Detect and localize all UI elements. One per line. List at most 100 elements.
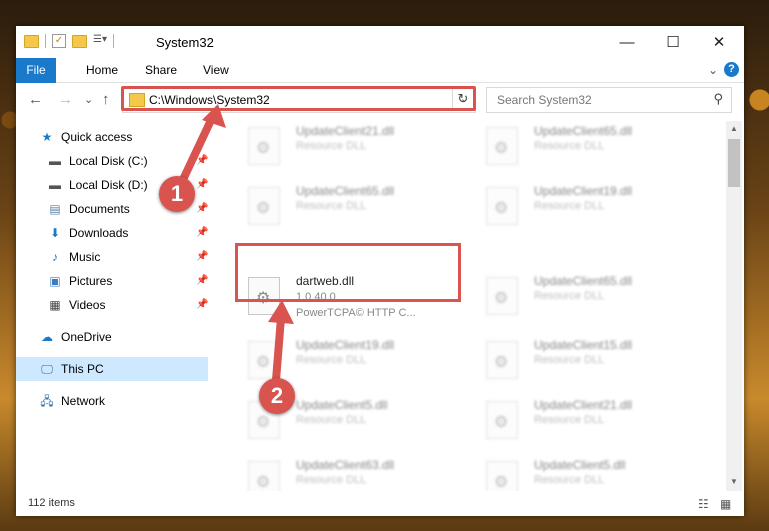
file-name: UpdateClient15.dll: [534, 338, 633, 352]
sidebar-item-videos[interactable]: ▦ Videos 📌: [16, 293, 208, 317]
cloud-icon: ☁: [41, 330, 53, 344]
file-item[interactable]: UpdateClient65.dll Resource DLL: [476, 121, 696, 171]
pin-icon: 📌: [196, 155, 209, 166]
properties-icon[interactable]: ✓: [52, 34, 66, 48]
dll-file-icon: [248, 187, 280, 225]
computer-icon: 🖵: [41, 362, 53, 376]
file-name: UpdateClient65.dll: [534, 274, 633, 288]
tab-home[interactable]: Home: [78, 58, 126, 82]
tab-share[interactable]: Share: [137, 58, 185, 82]
forward-button[interactable]: →: [58, 91, 73, 108]
details-view-icon[interactable]: ☷: [698, 497, 709, 511]
downloads-icon: ⬇: [49, 226, 61, 240]
file-item[interactable]: UpdateClient21.dll Resource DLL: [238, 121, 458, 171]
close-button[interactable]: ✕: [696, 26, 742, 58]
sidebar-item-label: Network: [61, 394, 106, 408]
music-icon: ♪: [52, 250, 58, 264]
recent-locations-button[interactable]: ⌄: [84, 93, 93, 106]
sidebar-item-label: Videos: [69, 298, 106, 312]
maximize-button[interactable]: ☐: [650, 26, 696, 58]
scrollbar-thumb[interactable]: [728, 139, 740, 187]
file-type: Resource DLL: [296, 354, 367, 366]
file-item[interactable]: UpdateClient15.dll Resource DLL: [476, 335, 696, 385]
sidebar-item-label: This PC: [61, 362, 104, 376]
sidebar-item-label: Downloads: [69, 226, 129, 240]
file-type: Resource DLL: [534, 414, 605, 426]
sidebar-item-label: OneDrive: [61, 330, 112, 344]
back-button[interactable]: ←: [28, 91, 43, 108]
file-name: UpdateClient19.dll: [296, 338, 395, 352]
tab-view[interactable]: View: [195, 58, 237, 82]
title-bar: ✓ ☰▾ System32 — ☐ ✕: [16, 26, 744, 58]
expand-ribbon-icon[interactable]: ⌄: [700, 58, 726, 82]
item-count: 112 items: [28, 497, 75, 509]
pin-icon: 📌: [196, 299, 209, 310]
drive-icon: ▬: [49, 154, 61, 168]
sidebar-item-label: Local Disk (D:): [69, 178, 148, 192]
file-item[interactable]: UpdateClient19.dll Resource DLL: [238, 335, 458, 385]
dll-file-icon: [486, 187, 518, 225]
quick-access-toolbar: ✓ ☰▾: [24, 34, 114, 48]
sidebar-item-label: Quick access: [61, 130, 133, 144]
minimize-button[interactable]: —: [604, 26, 650, 58]
sidebar-item-label: Music: [69, 250, 101, 264]
search-placeholder[interactable]: Search System32: [497, 93, 592, 107]
large-icons-view-icon[interactable]: ▦: [720, 497, 731, 511]
file-type: Resource DLL: [296, 200, 367, 212]
customize-toolbar-icon[interactable]: ☰▾: [93, 34, 107, 48]
sidebar-item-quick-access[interactable]: ★ Quick access: [16, 125, 208, 149]
file-name: UpdateClient5.dll: [534, 458, 626, 472]
sidebar-item-this-pc[interactable]: 🖵 This PC: [16, 357, 208, 381]
new-folder-icon[interactable]: [72, 34, 87, 48]
dll-file-icon: [486, 461, 518, 491]
pin-icon: 📌: [196, 203, 209, 214]
up-button[interactable]: ↑: [102, 91, 110, 108]
dll-file-icon: [486, 127, 518, 165]
step-badge-2: 2: [259, 378, 295, 414]
help-icon[interactable]: ?: [724, 62, 739, 77]
toolbar-divider: [113, 34, 114, 48]
scroll-down-icon[interactable]: ▼: [726, 477, 742, 486]
sidebar-item-music[interactable]: ♪ Music 📌: [16, 245, 208, 269]
videos-icon: ▦: [49, 298, 61, 312]
file-list: UpdateClient21.dll Resource DLL UpdateCl…: [226, 121, 726, 491]
sidebar-item-label: Pictures: [69, 274, 113, 288]
window-title: System32: [156, 35, 214, 50]
sidebar-item-onedrive[interactable]: ☁ OneDrive: [16, 325, 208, 349]
step-badge-1: 1: [159, 176, 195, 212]
dll-file-icon: [486, 341, 518, 379]
sidebar-item-network[interactable]: 🖧 Network: [16, 389, 208, 413]
file-item[interactable]: UpdateClient65.dll Resource DLL: [476, 271, 696, 321]
search-icon[interactable]: ⚲: [713, 91, 723, 107]
file-name: UpdateClient65.dll: [534, 124, 633, 138]
navigation-bar: ← → ⌄ ↑ C:\Windows\System32 ⌄ ↻ Search S…: [16, 83, 744, 117]
dll-file-icon: [248, 127, 280, 165]
file-item[interactable]: UpdateClient19.dll Resource DLL: [476, 181, 696, 231]
file-item[interactable]: UpdateClient63.dll Resource DLL: [238, 455, 458, 491]
file-name: UpdateClient5.dll: [296, 398, 388, 412]
pin-icon: 📌: [196, 227, 209, 238]
file-type: Resource DLL: [534, 290, 605, 302]
sidebar-item-downloads[interactable]: ⬇ Downloads 📌: [16, 221, 208, 245]
dll-file-icon: [248, 341, 280, 379]
file-name: UpdateClient19.dll: [534, 184, 633, 198]
file-item[interactable]: UpdateClient5.dll Resource DLL: [476, 455, 696, 491]
file-type: Resource DLL: [296, 140, 367, 152]
scroll-up-icon[interactable]: ▲: [726, 124, 742, 133]
documents-icon: ▤: [49, 202, 61, 216]
file-item[interactable]: UpdateClient21.dll Resource DLL: [476, 395, 696, 445]
sidebar-item-pictures[interactable]: ▣ Pictures 📌: [16, 269, 208, 293]
file-type: Resource DLL: [296, 414, 367, 426]
file-type: Resource DLL: [534, 474, 605, 486]
drive-icon: ▬: [49, 178, 61, 192]
file-type: Resource DLL: [534, 200, 605, 212]
sidebar-item-local-disk-c[interactable]: ▬ Local Disk (C:) 📌: [16, 149, 208, 173]
pin-icon: 📌: [196, 251, 209, 262]
toolbar-divider: [45, 34, 46, 48]
vertical-scrollbar[interactable]: ▲ ▼: [726, 121, 742, 491]
ribbon-tabs: File Home Share View ⌄ ?: [16, 58, 744, 108]
search-box[interactable]: Search System32 ⚲: [486, 87, 732, 113]
file-name: UpdateClient65.dll: [296, 184, 395, 198]
star-icon: ★: [41, 130, 53, 144]
file-item[interactable]: UpdateClient65.dll Resource DLL: [238, 181, 458, 231]
